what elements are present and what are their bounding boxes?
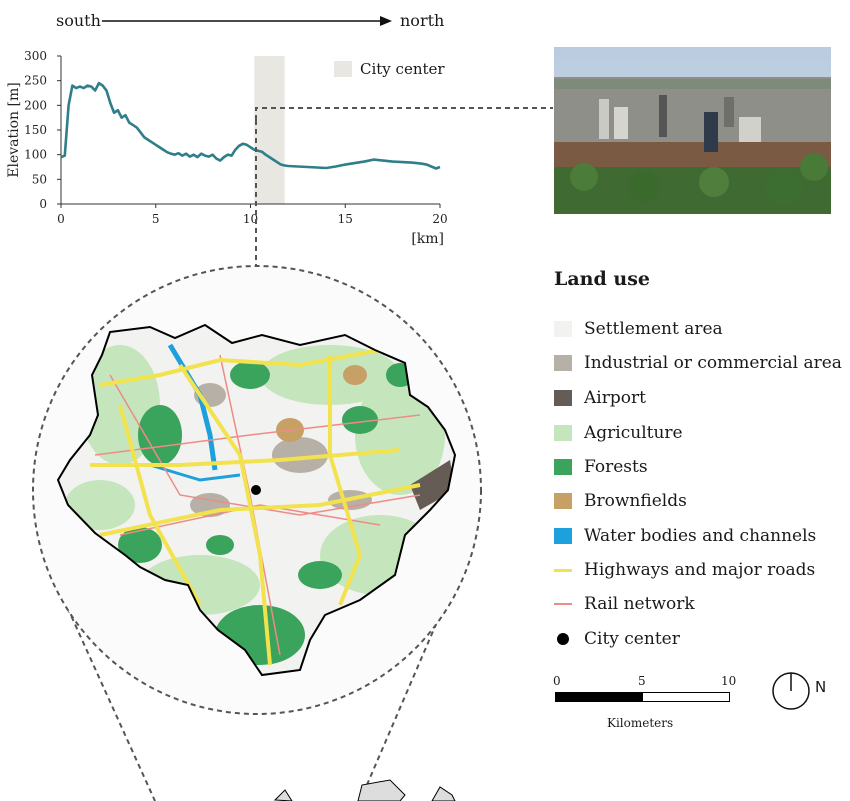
legend-item-label: Highways and major roads [584, 560, 816, 580]
legend-swatch [554, 355, 572, 371]
legend-swatch [554, 321, 572, 337]
city-skyline-photo [554, 47, 831, 214]
legend-item-label: Settlement area [584, 319, 723, 339]
legend-item-label: Industrial or commercial area [584, 353, 842, 373]
north-arrow-icon [772, 672, 810, 710]
legend-item-label: City center [584, 629, 680, 649]
legend-item: Brownfields [554, 490, 687, 512]
land-use-map [32, 265, 482, 801]
legend-item: Rail network [554, 593, 695, 615]
legend-item: Forests [554, 456, 648, 478]
legend-item-label: Rail network [584, 594, 695, 614]
scalebar [555, 692, 730, 702]
legend-swatch [554, 568, 572, 572]
scalebar-label-10: 10 [721, 674, 737, 688]
legend-item: Water bodies and channels [554, 525, 816, 547]
legend-swatch [554, 425, 572, 441]
scalebar-unit: Kilometers [607, 716, 674, 730]
legend-item-label: Water bodies and channels [584, 526, 817, 546]
legend-item-label: Airport [584, 388, 646, 408]
legend-swatch [554, 493, 572, 509]
legend-item: Agriculture [554, 422, 683, 444]
legend-item-label: Forests [584, 457, 648, 477]
legend-item: Highways and major roads [554, 559, 815, 581]
legend-item: City center [554, 628, 680, 650]
legend-swatch [557, 633, 569, 645]
legend-item-label: Brownfields [584, 491, 687, 511]
legend-swatch [554, 603, 572, 605]
legend-item: Settlement area [554, 318, 723, 340]
legend-title: Land use [554, 268, 650, 290]
scalebar-label-0: 0 [553, 674, 561, 688]
scalebar-label-5: 5 [638, 674, 646, 688]
legend-swatch [554, 459, 572, 475]
legend-item: Airport [554, 387, 646, 409]
legend-swatch [554, 528, 572, 544]
legend-swatch [554, 390, 572, 406]
legend-item-label: Agriculture [584, 423, 683, 443]
city-center-marker [251, 485, 261, 495]
legend-item: Industrial or commercial area [554, 352, 842, 374]
north-label-n: N [815, 678, 827, 696]
